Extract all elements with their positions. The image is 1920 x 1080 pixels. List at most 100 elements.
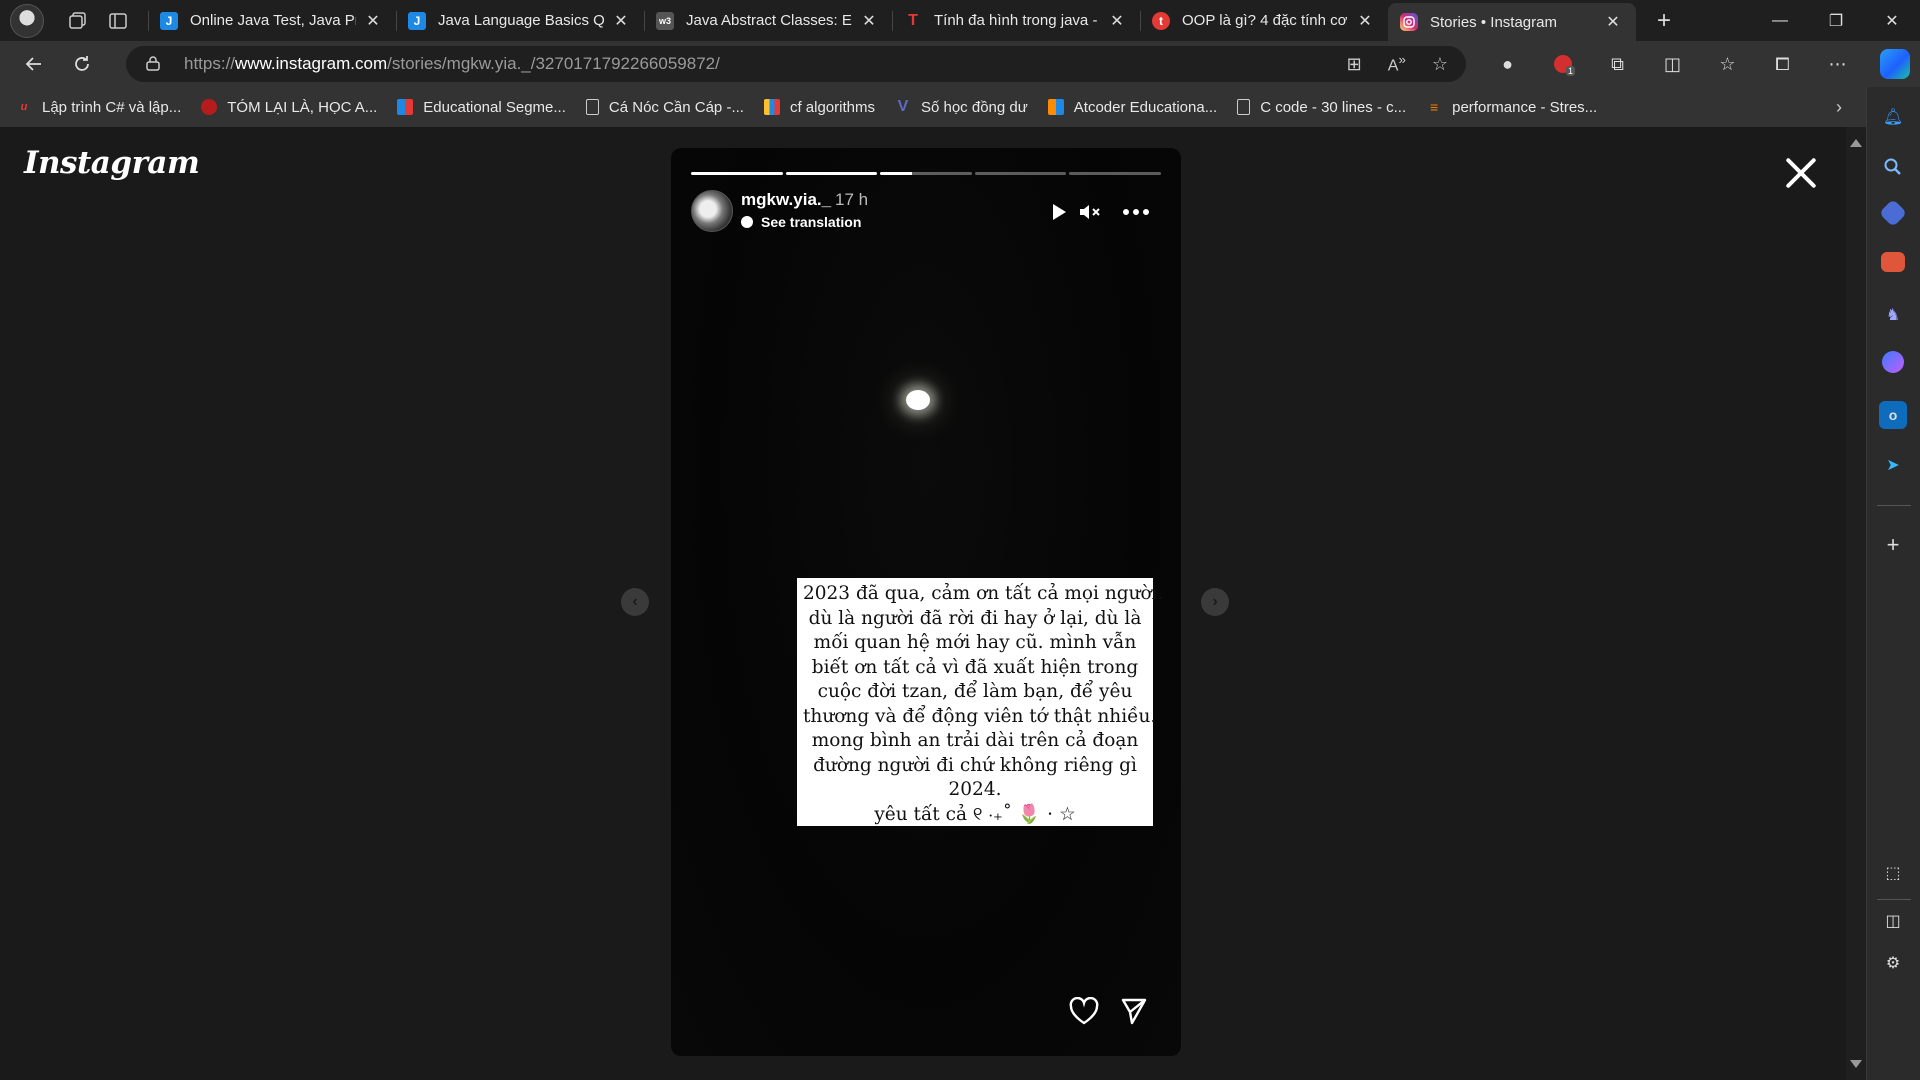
tools-briefcase-icon[interactable] (1881, 252, 1905, 272)
like-heart-icon[interactable] (1067, 994, 1101, 1028)
bookmark-item[interactable]: V Số học đồng dư (895, 98, 1028, 116)
bookmark-item[interactable]: C code - 30 lines - c... (1237, 99, 1406, 116)
lock-icon[interactable] (146, 55, 164, 74)
extension-eye-icon[interactable]: ● (1480, 41, 1535, 87)
bookmark-item[interactable]: Atcoder Educationa... (1047, 99, 1217, 116)
instagram-icon (1400, 13, 1418, 31)
note-line: thương và để động viên tớ thật nhiều. (803, 705, 1157, 727)
collections-icon[interactable]: ⧠ (1755, 41, 1810, 87)
bookmark-label: TÓM LẠI LÀ, HỌC A... (227, 98, 378, 116)
new-tab-button[interactable]: + (1644, 4, 1684, 38)
url-text[interactable]: https://www.instagram.com/stories/mgkw.y… (184, 54, 720, 74)
close-tab-icon[interactable]: ✕ (1108, 12, 1126, 30)
close-tab-icon[interactable]: ✕ (860, 12, 878, 30)
tab-stories-instagram[interactable]: Stories • Instagram ✕ (1388, 3, 1636, 41)
tab-java-language-basics[interactable]: J Java Language Basics Quiz ✕ (396, 0, 644, 41)
page-scrollbar[interactable] (1846, 127, 1866, 1080)
bookmarks-bar: u Lập trình C# và lập... TÓM LẠI LÀ, HỌC … (0, 87, 1866, 127)
tab-strip: J Online Java Test, Java Programming ✕ J… (0, 0, 1920, 41)
more-options-icon[interactable] (1119, 198, 1153, 226)
instagram-logo[interactable]: Instagram (24, 145, 200, 181)
games-chess-icon[interactable]: ♞ (1879, 301, 1907, 329)
scroll-up-icon[interactable] (1850, 139, 1862, 147)
outlook-icon[interactable]: o (1879, 401, 1907, 429)
restore-icon[interactable]: ❐ (1808, 0, 1864, 41)
refresh-button[interactable] (62, 46, 102, 82)
tab-title: OOP là gì? 4 đặc tính cơ bản (1182, 12, 1348, 29)
tab-online-java-test[interactable]: J Online Java Test, Java Programming ✕ (148, 0, 396, 41)
mute-icon[interactable] (1075, 198, 1105, 226)
next-story-icon[interactable]: › (1201, 588, 1229, 616)
app-available-icon[interactable]: ⊞ (1347, 54, 1362, 75)
note-line: 2023 đã qua, cảm ơn tất cả mọi người. (803, 583, 1164, 604)
bookmark-item[interactable]: ≡ performance - Stres... (1426, 99, 1597, 116)
share-send-icon[interactable] (1117, 994, 1151, 1028)
tab-java-abstract-classes[interactable]: w3 Java Abstract Classes: Exercises ✕ (644, 0, 892, 41)
topdev-icon: t (1152, 11, 1170, 30)
progress-segment-current (880, 172, 972, 175)
favorites-icon[interactable]: ☆ (1700, 41, 1755, 87)
close-window-icon[interactable]: ✕ (1864, 0, 1920, 41)
copilot-icon[interactable] (1880, 49, 1910, 79)
back-button[interactable] (14, 46, 54, 82)
note-line: dù là người đã rời đi hay ở lại, dù là (808, 607, 1142, 629)
bookmark-label: cf algorithms (789, 98, 875, 116)
t-logo-icon: T (908, 11, 918, 29)
bookmark-item[interactable]: cf algorithms (763, 98, 875, 116)
bookmark-label: performance - Stres... (1452, 98, 1598, 116)
more-menu-icon[interactable]: ⋯ (1810, 41, 1865, 87)
note-line: mong bình an trải dài trên cả đoạn (811, 730, 1139, 751)
bookmark-item[interactable]: Cá Nóc Cần Cáp -... (585, 99, 744, 116)
hide-sidebar-icon[interactable]: ◫ (1879, 907, 1907, 935)
story-viewer[interactable]: mgkw.yia._ 17 h See translation 2023 đã … (671, 148, 1181, 1056)
read-aloud-icon[interactable]: A» (1388, 52, 1406, 75)
workspaces-icon[interactable] (58, 4, 98, 38)
story-username[interactable]: mgkw.yia._ (741, 190, 831, 210)
bookmark-item[interactable]: u Lập trình C# và lập... (16, 99, 182, 116)
close-tab-icon[interactable]: ✕ (364, 12, 382, 30)
minimize-icon[interactable]: — (1752, 0, 1808, 41)
note-line: 2024. (948, 779, 1002, 800)
close-story-icon[interactable] (1784, 156, 1818, 190)
tab-tinh-da-hinh[interactable]: T Tính đa hình trong java - ✕ (892, 0, 1140, 41)
extensions-puzzle-icon[interactable]: ⧉ (1590, 41, 1645, 87)
split-screen-icon[interactable]: ◫ (1645, 41, 1700, 87)
drop-send-icon[interactable]: ➤ (1879, 451, 1907, 479)
search-icon[interactable] (1879, 153, 1907, 181)
chevron-right-icon[interactable]: › (1836, 97, 1842, 118)
bookmark-label: Số học đồng dư (920, 98, 1028, 116)
previous-story-icon[interactable]: ‹ (621, 588, 649, 616)
bookmark-label: C code - 30 lines - c... (1260, 98, 1407, 116)
bookmark-item[interactable]: Educational Segme... (397, 99, 566, 116)
see-translation-link[interactable]: See translation (741, 214, 861, 230)
play-icon[interactable] (1044, 198, 1074, 226)
v-logo-icon: V (897, 98, 909, 115)
java-icon: J (160, 11, 178, 30)
close-tab-icon[interactable]: ✕ (612, 12, 630, 30)
bookmark-item[interactable]: TÓM LẠI LÀ, HỌC A... (201, 99, 377, 116)
screenshot-icon[interactable]: ⬚ (1879, 859, 1907, 887)
notifications-bell-icon[interactable]: 🔔︎ (1879, 103, 1907, 131)
extension-adblock-icon[interactable]: 1 (1535, 41, 1590, 87)
settings-gear-icon[interactable]: ⚙ (1879, 949, 1907, 977)
w3resource-icon: w3 (656, 11, 674, 30)
stackoverflow-icon: ≡ (1430, 99, 1439, 115)
close-tab-icon[interactable]: ✕ (1604, 13, 1622, 31)
avatar[interactable] (691, 190, 733, 232)
tab-oop-la-gi[interactable]: t OOP là gì? 4 đặc tính cơ bản ✕ (1140, 0, 1388, 41)
favorite-star-icon[interactable]: ☆ (1432, 54, 1448, 75)
navigation-bar: https://www.instagram.com/stories/mgkw.y… (0, 41, 1920, 87)
tab-title: Stories • Instagram (1430, 13, 1557, 31)
shopping-tag-icon[interactable] (1878, 198, 1908, 228)
vertical-tabs-icon[interactable] (98, 4, 138, 38)
bookmark-icon (397, 99, 414, 115)
close-tab-icon[interactable]: ✕ (1356, 12, 1374, 30)
java-icon: J (408, 11, 426, 30)
extension-badge: 1 (1566, 66, 1576, 76)
microsoft-365-icon[interactable] (1882, 351, 1904, 373)
profile-avatar[interactable] (10, 3, 44, 38)
add-icon[interactable]: + (1879, 531, 1907, 559)
story-time: 17 h (835, 190, 869, 209)
address-bar[interactable]: https://www.instagram.com/stories/mgkw.y… (126, 46, 1466, 82)
scroll-down-icon[interactable] (1850, 1060, 1862, 1068)
